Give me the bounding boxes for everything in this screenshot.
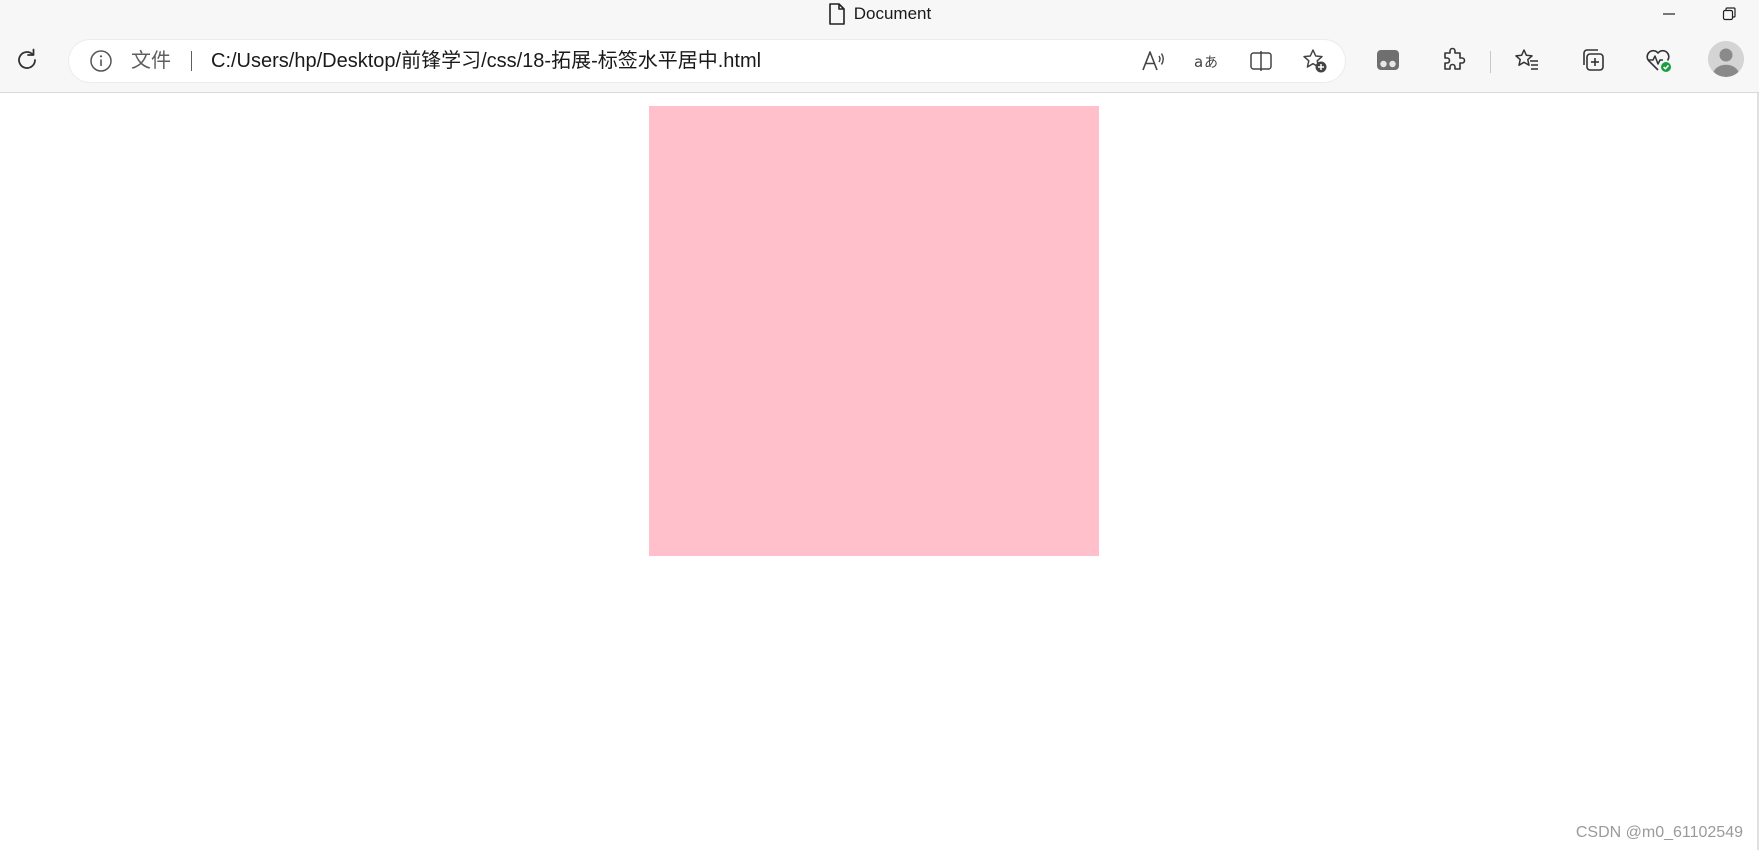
address-bar-actions: a あ [1133, 41, 1335, 81]
translate-button[interactable]: a あ [1187, 41, 1227, 81]
browser-essentials-button[interactable] [1639, 40, 1679, 80]
info-icon[interactable] [89, 49, 113, 73]
split-screen-icon [1250, 51, 1272, 71]
window-title: Document [853, 4, 932, 23]
translate-icon: a あ [1194, 53, 1218, 71]
window-controls [1639, 0, 1759, 28]
collections-icon [1583, 49, 1604, 71]
read-aloud-icon [1142, 51, 1164, 71]
split-screen-button[interactable] [1241, 41, 1281, 81]
restore-icon [1722, 7, 1736, 21]
favorites-icon [1515, 49, 1538, 70]
address-separator [191, 51, 192, 71]
address-bar[interactable]: 文件 C:/Users/hp/Desktop/前锋学习/css/18-拓展-标签… [69, 40, 1345, 82]
centered-pink-box [649, 106, 1099, 556]
browser-window: Document 文件 C:/Users/hp/Desktop/前锋学习/css… [0, 0, 1759, 850]
document-icon [828, 3, 846, 25]
favorites-button[interactable] [1507, 40, 1547, 80]
title-bar: Document [0, 0, 1759, 28]
watermark: CSDN @m0_61102549 [1575, 824, 1743, 841]
minimize-button[interactable] [1639, 0, 1699, 28]
restore-button[interactable] [1699, 0, 1759, 28]
read-aloud-button[interactable] [1133, 41, 1173, 81]
window-title-group: Document [0, 0, 1759, 28]
address-scheme-label[interactable]: 文件 [131, 40, 171, 82]
extensions-button[interactable] [1434, 40, 1474, 80]
avatar[interactable] [1708, 41, 1744, 77]
reload-button[interactable] [7, 40, 47, 80]
add-favorite-icon [1303, 49, 1327, 73]
profile-icon [1708, 41, 1744, 77]
workspaces-icon [1377, 50, 1399, 70]
browser-essentials-icon [1646, 49, 1671, 72]
browser-toolbar: 文件 C:/Users/hp/Desktop/前锋学习/css/18-拓展-标签… [0, 28, 1759, 93]
address-url[interactable]: C:/Users/hp/Desktop/前锋学习/css/18-拓展-标签水平居… [211, 40, 761, 82]
toolbar-divider [1490, 51, 1491, 73]
collections-button[interactable] [1573, 40, 1613, 80]
page-content: CSDN @m0_61102549 [0, 93, 1759, 850]
svg-text:あ: あ [1204, 55, 1218, 71]
svg-text:a: a [1194, 53, 1203, 71]
reload-icon [18, 48, 36, 69]
add-favorite-button[interactable] [1295, 41, 1335, 81]
workspaces-button[interactable] [1368, 40, 1408, 80]
extensions-icon [1444, 47, 1466, 70]
minimize-icon [1663, 13, 1675, 15]
